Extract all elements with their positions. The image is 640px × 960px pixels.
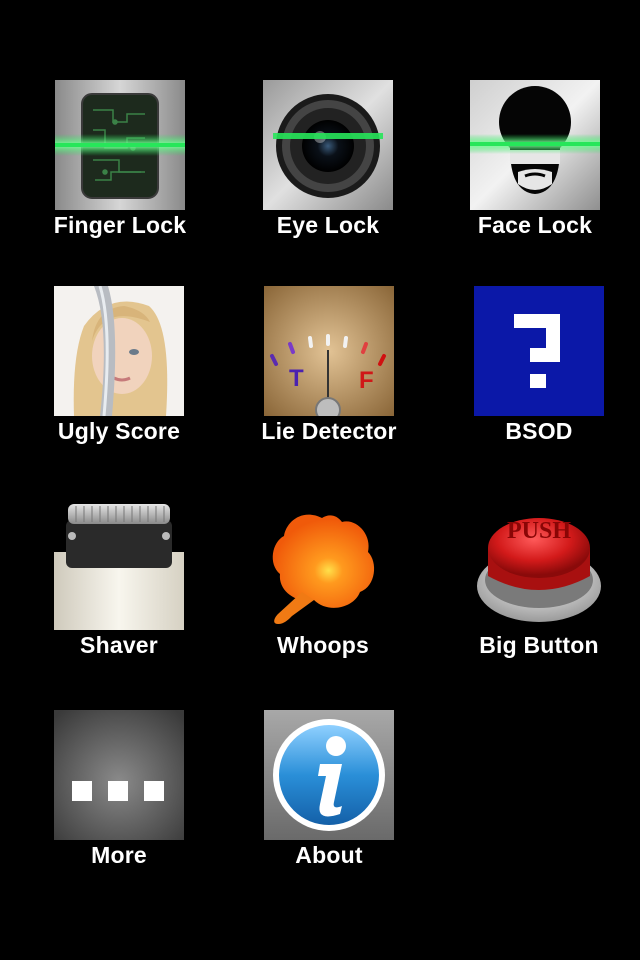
question-mark-icon (474, 286, 604, 416)
push-text: PUSH (507, 518, 571, 544)
push-button-icon: PUSH (474, 500, 604, 630)
electric-shaver-icon (54, 500, 184, 630)
face-photo-icon (54, 286, 184, 416)
home-screen: Finger Lock Eye Lock Face Lock Ugly Scor… (0, 0, 640, 960)
app-label: Lie Detector (261, 418, 397, 444)
app-whoops[interactable]: Whoops (223, 500, 423, 680)
app-lie-detector[interactable]: T F Lie Detector (229, 286, 429, 466)
face-scan-icon (470, 80, 600, 210)
info-icon (264, 710, 394, 840)
app-label: Face Lock (477, 212, 593, 238)
app-label: Eye Lock (276, 212, 380, 238)
gauge-false-label: F (359, 367, 374, 394)
more-dots-icon (54, 710, 184, 840)
app-label: Whoops (277, 632, 369, 658)
app-label: Ugly Score (57, 418, 181, 444)
whoopee-cushion-icon (258, 500, 388, 630)
app-about[interactable]: About (229, 710, 429, 890)
app-face-lock[interactable]: Face Lock (435, 80, 635, 260)
app-bsod[interactable]: BSOD (439, 286, 639, 466)
app-shaver[interactable]: Shaver (19, 500, 219, 680)
app-eye-lock[interactable]: Eye Lock (228, 80, 428, 260)
app-label: Finger Lock (53, 212, 187, 238)
app-ugly-score[interactable]: Ugly Score (19, 286, 219, 466)
gauge-true-label: T (289, 365, 304, 392)
fingerprint-scanner-icon (55, 80, 185, 210)
app-big-button[interactable]: PUSH Big Button (439, 500, 639, 680)
app-label: BSOD (505, 418, 573, 444)
app-finger-lock[interactable]: Finger Lock (20, 80, 220, 260)
app-label: More (91, 842, 147, 868)
app-label: Big Button (479, 632, 599, 658)
app-label: About (295, 842, 363, 868)
app-more[interactable]: More (19, 710, 219, 890)
app-label: Shaver (80, 632, 158, 658)
gauge-meter-icon: T F (264, 286, 394, 416)
camera-lens-icon (263, 80, 393, 210)
